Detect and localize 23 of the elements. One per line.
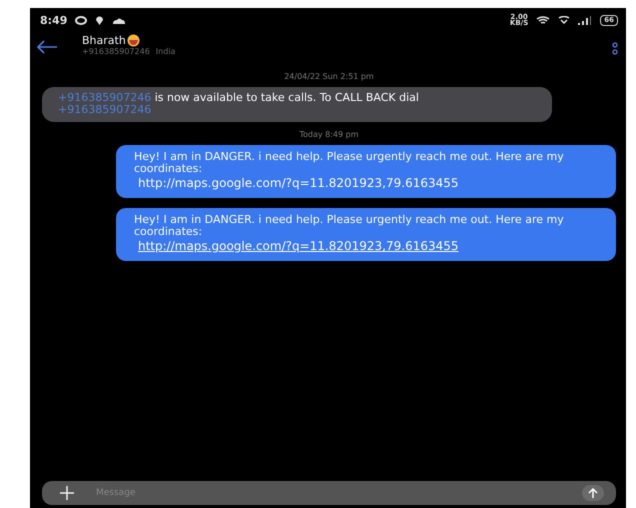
send-button[interactable] bbox=[582, 485, 604, 501]
location-icon bbox=[95, 15, 104, 25]
status-time: 8:49 bbox=[40, 14, 68, 26]
signal-icon bbox=[578, 16, 592, 24]
contact-country: India bbox=[156, 47, 176, 56]
map-link[interactable]: http://maps.google.com/?q=11.8201923,79.6163455 bbox=[138, 176, 459, 190]
message-timestamp: 24/04/22 Sun 2:51 pm bbox=[284, 72, 374, 81]
received-message: +916385907246 is now available to take calls. To CALL BACK dial +916385907246 bbox=[42, 87, 552, 122]
cloud-icon bbox=[112, 16, 126, 24]
phone-link[interactable]: +916385907246 bbox=[58, 103, 152, 116]
message-text: Hey! I am in DANGER. i need help. Please urgently reach me out. Here are my coordinates: bbox=[134, 151, 565, 175]
map-link[interactable]: http://maps.google.com/?q=11.8201923,79.6163455 bbox=[138, 239, 459, 253]
arrow-up-icon bbox=[588, 488, 598, 498]
phone-link[interactable]: +916385907246 bbox=[58, 91, 152, 104]
back-arrow-icon[interactable] bbox=[36, 40, 58, 54]
wifi-icon bbox=[536, 16, 550, 24]
emoji-icon bbox=[126, 34, 140, 47]
contact-name: Bharath bbox=[82, 34, 126, 47]
message-timestamp: Today 8:49 pm bbox=[299, 130, 359, 139]
add-icon[interactable] bbox=[60, 486, 74, 500]
more-options-icon[interactable] bbox=[612, 42, 618, 56]
contact-number: +916385907246 bbox=[82, 47, 150, 56]
message-text: Hey! I am in DANGER. i need help. Please urgently reach me out. Here are my coordinates: bbox=[134, 214, 565, 238]
